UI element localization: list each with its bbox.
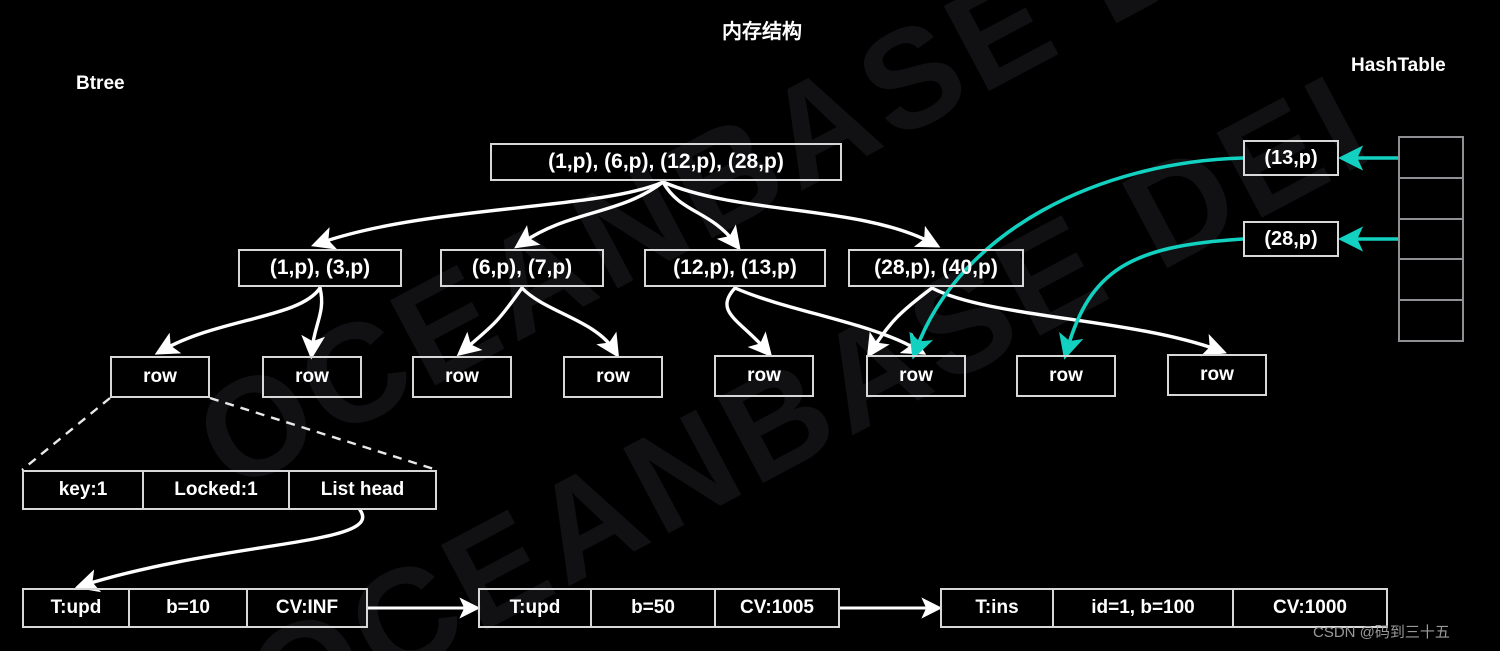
undo-node-2-type: T:ins	[975, 597, 1019, 618]
row-node-4[interactable]: row	[714, 355, 814, 397]
btree-level2-node-3[interactable]: (28,p), (40,p)	[848, 249, 1024, 287]
row-node-1[interactable]: row	[262, 356, 362, 398]
row-node-5[interactable]: row	[866, 355, 966, 397]
edges-level2-to-rows	[154, 286, 1227, 360]
undo-node-1: T:upd b=50 CV:1005	[478, 588, 840, 628]
undo-node-0-values: b=10	[128, 590, 246, 626]
btree-root-node[interactable]: (1,p), (6,p), (12,p), (28,p)	[490, 143, 842, 181]
btree-level2-node-1[interactable]: (6,p), (7,p)	[440, 249, 604, 287]
btree-level2-node-2[interactable]: (12,p), (13,p)	[644, 249, 826, 287]
edges-listhead-to-undo	[74, 508, 365, 593]
btree-level2-node-0[interactable]: (1,p), (3,p)	[238, 249, 402, 287]
row-node-7[interactable]: row	[1167, 354, 1267, 396]
row-detail-box: key:1 Locked:1 List head	[22, 470, 437, 510]
section-label-hashtable: HashTable	[1351, 55, 1446, 76]
row-node-2[interactable]: row	[412, 356, 512, 398]
row-detail-field-key: key:1	[58, 479, 108, 500]
hashtable-slot-array	[1398, 136, 1464, 342]
diagram-canvas: OCEANBASE DEI OCEANBASE DEI 内存结构 Btree H…	[0, 0, 1500, 651]
hashtable-slot-4[interactable]	[1398, 299, 1464, 342]
edges-layer	[21, 145, 1400, 619]
row-detail-field-locked: Locked:1	[142, 472, 288, 508]
page-title: 内存结构	[722, 21, 802, 43]
undo-node-1-values: b=50	[590, 590, 714, 626]
credit-watermark: CSDN @码到三十五	[1313, 624, 1450, 641]
undo-node-1-type: T:upd	[509, 597, 561, 618]
hashtable-slot-1[interactable]	[1398, 176, 1464, 218]
row-node-0[interactable]: row	[110, 356, 210, 398]
undo-node-1-commit: CV:1005	[714, 590, 838, 626]
row-detail-field-list-head[interactable]: List head	[288, 472, 435, 508]
hashtable-slot-3[interactable]	[1398, 258, 1464, 300]
hashtable-slot-2[interactable]	[1398, 217, 1464, 259]
section-label-btree: Btree	[76, 73, 125, 94]
undo-node-0-commit: CV:INF	[246, 590, 366, 626]
hashtable-entry-0[interactable]: (13,p)	[1243, 140, 1339, 176]
undo-node-2-values: id=1, b=100	[1052, 590, 1232, 626]
row-node-6[interactable]: row	[1016, 355, 1116, 397]
edges-root-to-level2	[311, 180, 941, 251]
row-node-3[interactable]: row	[563, 356, 663, 398]
hashtable-slot-0[interactable]	[1398, 136, 1464, 177]
edges-row-detail-dashed	[21, 396, 438, 472]
undo-node-0-type: T:upd	[50, 597, 102, 618]
undo-node-0: T:upd b=10 CV:INF	[22, 588, 368, 628]
hashtable-entry-1[interactable]: (28,p)	[1243, 221, 1339, 257]
